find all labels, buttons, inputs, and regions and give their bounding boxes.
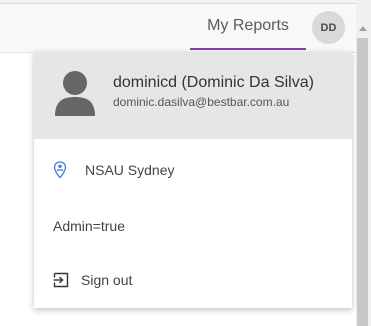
sign-out-icon [53, 272, 69, 288]
location-label: NSAU Sydney [85, 162, 175, 178]
location-pin-icon [53, 161, 67, 179]
sign-out-button[interactable]: Sign out [34, 263, 352, 297]
user-profile-header: dominicd (Dominic Da Silva) dominic.dasi… [34, 52, 352, 139]
top-navigation-bar: My Reports DD [0, 4, 356, 53]
user-display-name: dominicd (Dominic Da Silva) [113, 74, 314, 91]
sign-out-label: Sign out [81, 272, 133, 288]
user-email: dominic.dasilva@bestbar.com.au [113, 95, 290, 109]
user-avatar-button[interactable]: DD [312, 11, 345, 44]
person-icon [55, 71, 95, 116]
scroll-up-arrow-icon[interactable] [359, 26, 367, 31]
menu-item-admin-flag: Admin=true [34, 209, 352, 243]
admin-flag-label: Admin=true [53, 218, 125, 234]
scrollbar-thumb[interactable] [357, 38, 368, 326]
tab-my-reports[interactable]: My Reports [190, 4, 306, 50]
menu-item-location: NSAU Sydney [34, 153, 352, 187]
app-window: My Reports DD dominicd (Dominic Da Silva… [0, 0, 371, 326]
user-menu-dropdown: dominicd (Dominic Da Silva) dominic.dasi… [34, 52, 352, 308]
